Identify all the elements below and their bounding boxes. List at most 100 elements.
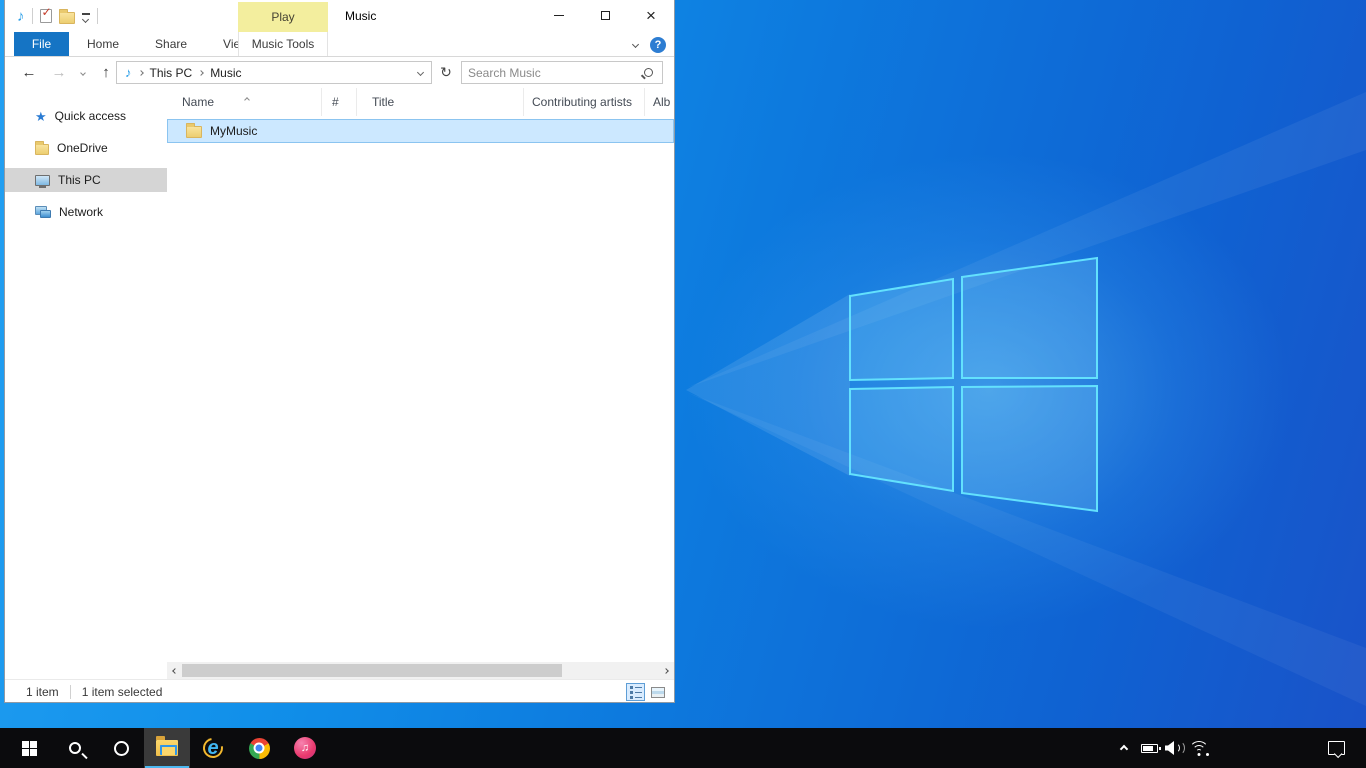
search-box[interactable] <box>461 61 663 84</box>
file-row-mymusic[interactable]: MyMusic <box>167 119 674 143</box>
action-center-icon[interactable] <box>1328 741 1345 755</box>
speaker-icon[interactable] <box>1165 741 1181 755</box>
minimize-icon <box>554 15 564 16</box>
title-bar[interactable]: ♪ ✓ Play Music × <box>5 0 674 32</box>
forward-button[interactable]: → <box>47 57 71 88</box>
selection-count: 1 item selected <box>82 685 163 699</box>
tab-share[interactable]: Share <box>137 32 205 56</box>
column-header-number[interactable]: # <box>322 88 357 116</box>
toolbar-separator <box>32 8 33 24</box>
file-name: MyMusic <box>210 124 257 138</box>
details-view-button[interactable] <box>626 683 645 701</box>
horizontal-scrollbar[interactable] <box>167 662 674 679</box>
scrollbar-thumb[interactable] <box>182 664 562 677</box>
sidebar-item-label: Network <box>59 205 103 219</box>
column-label: Title <box>372 95 394 109</box>
status-bar: 1 item 1 item selected <box>5 679 674 703</box>
help-icon[interactable]: ? <box>650 37 666 53</box>
properties-icon[interactable]: ✓ <box>40 9 52 23</box>
battery-icon[interactable] <box>1141 744 1158 753</box>
cortana-button[interactable] <box>98 728 144 768</box>
sidebar-item-quick-access[interactable]: ★ Quick access <box>5 104 167 128</box>
breadcrumb-this-pc[interactable]: This PC <box>150 66 193 80</box>
music-note-window-icon: ♪ <box>17 9 25 24</box>
contextual-tab-play[interactable]: Play <box>238 2 328 32</box>
taskbar: e ♫ <box>0 728 1366 768</box>
scroll-right-icon[interactable] <box>658 662 674 679</box>
quick-access-star-icon: ★ <box>35 110 47 123</box>
view-switcher <box>626 683 667 701</box>
chrome-icon <box>249 738 270 759</box>
tab-music-tools[interactable]: Music Tools <box>238 32 328 56</box>
caption-buttons: × <box>536 0 674 31</box>
new-folder-icon[interactable] <box>59 12 75 24</box>
column-label: Contributing artists <box>532 95 632 109</box>
sidebar-item-onedrive[interactable]: OneDrive <box>5 136 167 160</box>
sidebar-item-network[interactable]: Network <box>5 200 167 224</box>
itunes-icon: ♫ <box>294 737 316 759</box>
breadcrumb-chevron-icon <box>138 70 144 76</box>
column-header-contributing-artists[interactable]: Contributing artists <box>524 88 645 116</box>
details-view-icon <box>630 686 642 699</box>
music-note-icon: ♪ <box>125 65 132 80</box>
taskbar-chrome-button[interactable] <box>236 728 282 768</box>
wifi-icon[interactable] <box>1189 741 1209 756</box>
refresh-button[interactable]: ↻ <box>435 61 457 84</box>
sort-ascending-icon <box>245 91 249 105</box>
tab-file[interactable]: File <box>14 32 69 56</box>
breadcrumb-chevron-icon <box>198 70 204 76</box>
column-header-title[interactable]: Title <box>357 88 524 116</box>
sidebar-item-label: This PC <box>58 173 101 187</box>
tab-home[interactable]: Home <box>69 32 137 56</box>
show-hidden-icons-chevron[interactable] <box>1121 739 1127 757</box>
item-count: 1 item <box>26 685 59 699</box>
search-icon[interactable] <box>644 68 653 77</box>
minimize-button[interactable] <box>536 0 582 31</box>
back-button[interactable]: ← <box>17 57 41 88</box>
taskbar-search-button[interactable] <box>52 728 98 768</box>
windows-start-icon <box>22 741 37 756</box>
customize-toolbar-icon[interactable] <box>82 13 90 22</box>
onedrive-folder-icon <box>35 144 49 155</box>
large-icons-view-button[interactable] <box>648 683 667 701</box>
system-tray <box>1121 728 1366 768</box>
ribbon-tab-row: File Home Share View Music Tools ? <box>5 32 674 57</box>
close-button[interactable]: × <box>628 0 674 31</box>
this-pc-monitor-icon <box>35 175 50 186</box>
toolbar-separator <box>97 8 98 24</box>
up-button[interactable]: ↑ <box>95 57 117 88</box>
address-dropdown-icon[interactable] <box>417 69 424 76</box>
scroll-left-icon[interactable] <box>167 662 183 679</box>
taskbar-file-explorer-button[interactable] <box>144 728 190 768</box>
large-icons-view-icon <box>651 687 665 698</box>
address-bar[interactable]: ♪ This PC Music <box>116 61 432 84</box>
breadcrumb-music[interactable]: Music <box>210 66 241 80</box>
sidebar-item-this-pc[interactable]: This PC <box>5 168 167 192</box>
start-button[interactable] <box>6 728 52 768</box>
column-header-album[interactable]: Alb <box>645 88 674 116</box>
column-header-name[interactable]: Name <box>167 88 322 116</box>
main-area: ★ Quick access OneDrive This PC Network … <box>5 88 674 679</box>
window-title: Music <box>345 0 376 32</box>
quick-access-toolbar: ♪ ✓ <box>17 0 98 32</box>
cortana-icon <box>114 741 129 756</box>
folder-icon <box>186 126 202 138</box>
search-icon <box>69 742 81 754</box>
column-headers: Name # Title Contributing artists Alb <box>167 88 674 116</box>
maximize-button[interactable] <box>582 0 628 31</box>
recent-locations-icon[interactable] <box>75 57 91 88</box>
internet-explorer-icon: e <box>201 736 225 760</box>
sidebar-item-label: OneDrive <box>57 141 108 155</box>
close-icon: × <box>646 6 656 26</box>
status-divider <box>70 685 71 699</box>
navigation-bar: ← → ↑ ♪ This PC Music ↻ <box>5 57 674 88</box>
navigation-pane: ★ Quick access OneDrive This PC Network <box>5 88 167 679</box>
taskbar-itunes-button[interactable]: ♫ <box>282 728 328 768</box>
file-explorer-window: ♪ ✓ Play Music × File Home Share View Mu… <box>4 0 675 703</box>
expand-ribbon-icon[interactable] <box>632 41 639 48</box>
search-input[interactable] <box>468 66 644 80</box>
column-label: Name <box>182 95 214 109</box>
column-label: Alb <box>653 95 670 109</box>
taskbar-internet-explorer-button[interactable]: e <box>190 728 236 768</box>
ribbon-right-controls: ? <box>633 32 666 57</box>
